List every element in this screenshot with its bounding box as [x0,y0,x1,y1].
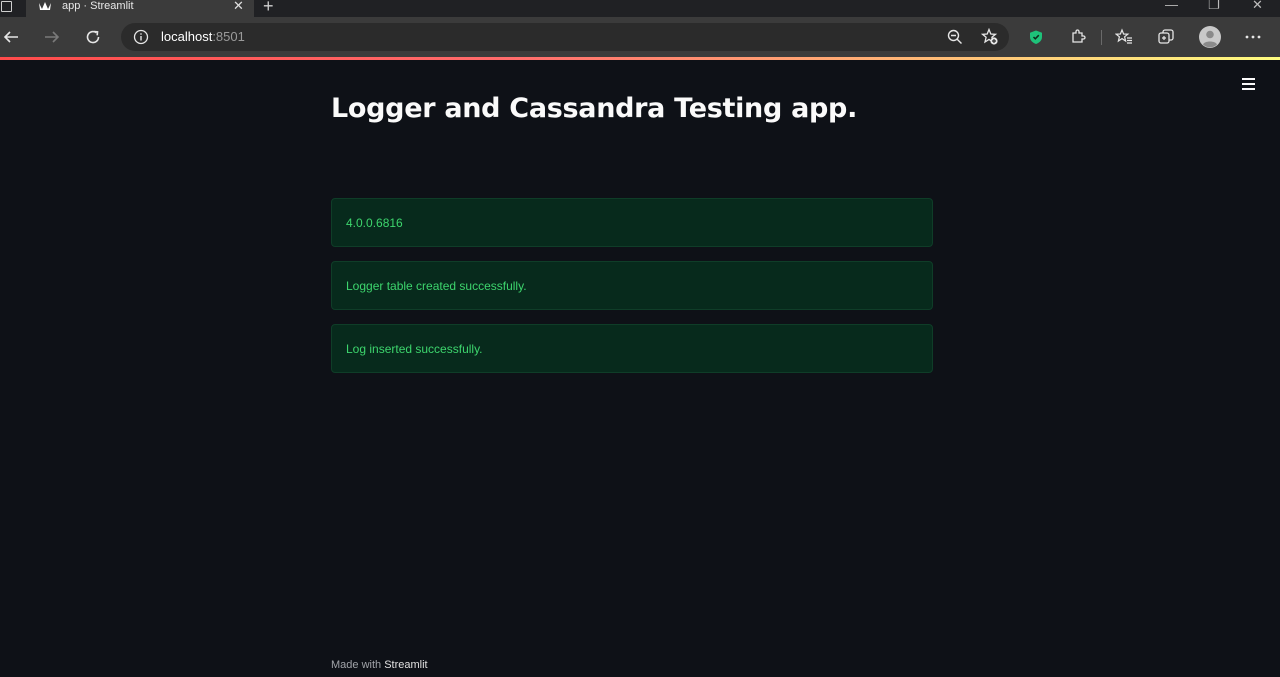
extensions-button[interactable] [1067,26,1089,48]
minimize-button[interactable]: — [1165,0,1178,12]
shield-icon [1030,30,1042,44]
info-icon[interactable] [133,29,149,45]
forward-button[interactable] [41,26,63,48]
tab-close-icon[interactable]: ✕ [233,0,244,13]
reload-button[interactable] [82,26,104,48]
tab-actions-icon[interactable] [1,1,12,12]
address-bar[interactable]: localhost:8501 [121,23,1009,51]
footer: Made with Streamlit [331,659,428,671]
success-alert: 4.0.0.6816 [331,198,933,247]
alert-text: 4.0.0.6816 [346,216,403,230]
more-button[interactable] [1242,26,1264,48]
page-title: Logger and Cassandra Testing app. [331,93,858,124]
puzzle-icon [1072,29,1086,43]
avatar [1199,26,1221,48]
hamburger-icon [1242,83,1255,85]
tab-title: app · Streamlit [62,0,134,12]
main-content: Logger and Cassandra Testing app. [331,92,933,126]
arrow-left-icon [3,31,18,43]
streamlit-link[interactable]: Streamlit [384,659,427,671]
success-alert: Log inserted successfully. [331,324,933,373]
arrow-right-icon [45,31,60,43]
toolbar-divider [1101,30,1102,45]
url-text[interactable]: localhost:8501 [161,29,245,45]
streamlit-favicon-icon [39,2,51,10]
back-button[interactable] [0,26,22,48]
success-alert: Logger table created successfully. [331,261,933,310]
zoom-out-icon[interactable] [947,29,963,45]
url-host: localhost [161,29,213,44]
close-window-button[interactable]: ✕ [1252,0,1263,12]
main-menu-button[interactable] [1240,76,1258,90]
profile-button[interactable] [1198,25,1222,49]
collections-icon [1158,29,1174,44]
hamburger-icon [1242,88,1255,90]
star-plus-icon[interactable] [981,28,999,46]
browser-toolbar: localhost:8501 [0,17,1280,57]
restore-button[interactable]: ❐ [1208,0,1220,12]
alert-text: Log inserted successfully. [346,342,483,356]
browser-tab-strip: app · Streamlit ✕ + — ❐ ✕ [0,0,1280,17]
alert-text: Logger table created successfully. [346,279,527,293]
more-icon [1245,35,1261,39]
url-port: :8501 [212,29,245,44]
footer-prefix: Made with [331,659,385,671]
collections-button[interactable] [1155,26,1177,48]
browser-tab[interactable]: app · Streamlit ✕ [26,0,254,17]
hamburger-icon [1242,78,1255,80]
shield-extension-button[interactable] [1025,26,1047,48]
favorites-icon [1115,28,1132,44]
reload-icon [86,30,100,44]
new-tab-button[interactable]: + [263,0,274,15]
favorites-button[interactable] [1113,26,1135,48]
